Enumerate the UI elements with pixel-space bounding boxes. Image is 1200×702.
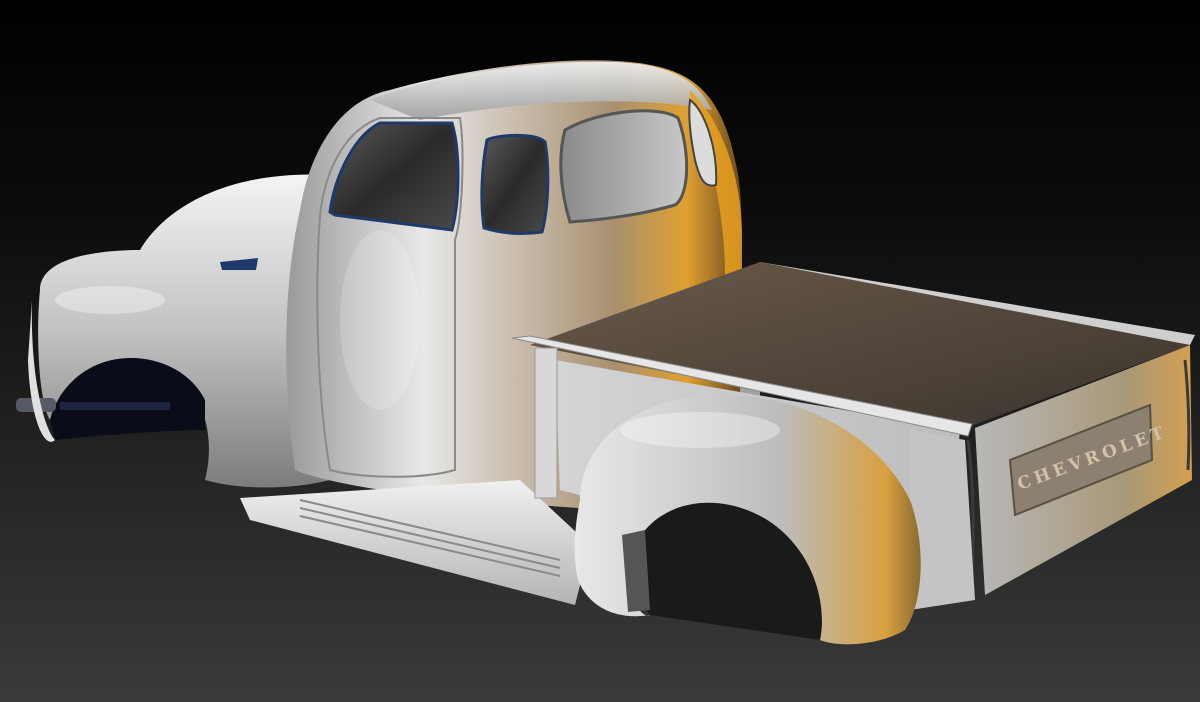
- quarter-window: [480, 133, 550, 235]
- rear-fender-highlight: [620, 412, 780, 448]
- bed-front-post: [534, 347, 558, 499]
- render-viewport: CHEVROLET: [0, 0, 1200, 702]
- front-fender: [38, 174, 330, 488]
- front-axle: [60, 402, 170, 410]
- truck-render: CHEVROLET: [16, 60, 1195, 645]
- cab-door-highlight: [340, 230, 420, 410]
- bed-side-lower: [910, 430, 975, 610]
- front-fender-highlight: [55, 286, 165, 314]
- rear-window: [559, 109, 689, 224]
